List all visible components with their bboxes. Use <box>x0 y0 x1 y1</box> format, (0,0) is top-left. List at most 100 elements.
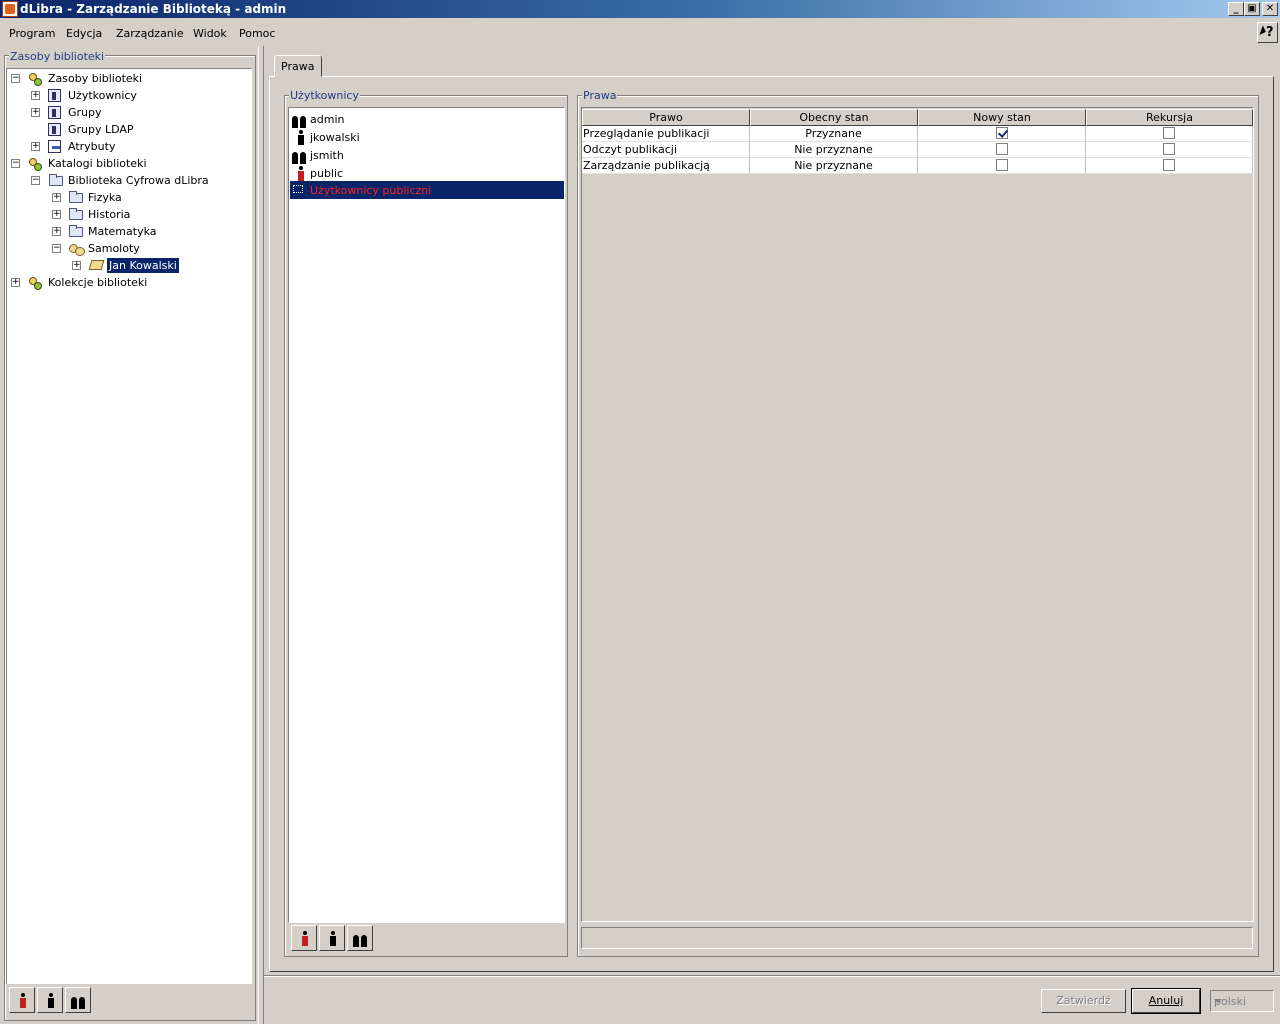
close-button[interactable]: ✕ <box>1262 2 1278 16</box>
ldap-groups-icon <box>48 123 61 136</box>
users-toolbar <box>291 925 381 953</box>
new-state-checkbox[interactable] <box>996 159 1008 171</box>
rights-table[interactable]: Prawo Obecny stan Nowy stan Rekursja Prz… <box>581 107 1254 922</box>
expand-icon[interactable]: + <box>11 278 20 287</box>
tree-item-resources[interactable]: − Zasoby biblioteki <box>7 71 251 87</box>
cell-new-state <box>918 142 1086 158</box>
tree-item-attributes[interactable]: + Atrybuty <box>7 139 251 155</box>
tree-label: Atrybuty <box>68 140 116 153</box>
tree-item-physics[interactable]: + Fizyka <box>7 190 251 206</box>
collection-icon <box>68 242 85 256</box>
expand-icon[interactable]: + <box>52 227 61 236</box>
cell-recursion <box>1086 126 1253 142</box>
admin-user-icon <box>71 991 87 1009</box>
list-item-label: admin <box>310 113 345 126</box>
tree-label: Biblioteka Cyfrowa dLibra <box>68 174 209 187</box>
confirm-button[interactable]: Zatwierdź <box>1041 989 1126 1013</box>
tree-label: Katalogi biblioteki <box>48 157 147 170</box>
add-user-button[interactable] <box>319 925 345 951</box>
column-header-current-state[interactable]: Obecny stan <box>750 109 918 126</box>
list-item-label: jsmith <box>310 149 344 162</box>
cancel-button[interactable]: Anuluj <box>1131 988 1201 1014</box>
language-select[interactable]: polski <box>1210 990 1274 1012</box>
tree-item-jan-kowalski[interactable]: + Jan Kowalski <box>7 258 251 274</box>
minimize-button[interactable]: _ <box>1228 2 1244 16</box>
list-item-public-users[interactable]: Użytkownicy publiczni <box>290 181 564 199</box>
column-header-right[interactable]: Prawo <box>582 109 750 126</box>
collapse-icon[interactable]: − <box>11 74 20 83</box>
add-admin-button[interactable] <box>347 925 373 951</box>
expand-icon[interactable]: + <box>31 91 40 100</box>
menu-manage[interactable]: Zarządzanie <box>116 27 184 40</box>
tree-label: Zasoby biblioteki <box>48 72 143 85</box>
menu-bar: Program Edycja Zarządzanie Widok Pomoc <box>0 22 1280 44</box>
publication-icon <box>88 260 105 270</box>
cell-recursion <box>1086 158 1253 174</box>
list-item-label: jkowalski <box>310 131 360 144</box>
list-item-jkowalski[interactable]: jkowalski <box>290 128 564 146</box>
tree-item-mathematics[interactable]: + Matematyka <box>7 224 251 240</box>
attributes-icon <box>48 140 61 153</box>
expand-icon[interactable]: + <box>52 210 61 219</box>
splitter[interactable] <box>258 46 264 1024</box>
catalogs-icon <box>27 157 43 171</box>
new-state-checkbox[interactable] <box>996 143 1008 155</box>
context-help-button[interactable]: ? <box>1257 22 1278 43</box>
collapse-icon[interactable]: − <box>11 159 20 168</box>
add-public-user-button[interactable] <box>291 925 317 951</box>
menu-view[interactable]: Widok <box>193 27 227 40</box>
menu-help[interactable]: Pomoc <box>239 27 275 40</box>
tree-item-groups[interactable]: + Grupy <box>7 105 251 121</box>
expand-icon[interactable]: + <box>72 261 81 270</box>
tree-item-aircraft[interactable]: − Samoloty <box>7 241 251 257</box>
tree-label: Grupy LDAP <box>68 123 134 136</box>
tree-item-ldap-groups[interactable]: Grupy LDAP <box>7 122 251 138</box>
tree-item-users[interactable]: + Użytkownicy <box>7 88 251 104</box>
tree-label: Kolekcje biblioteki <box>48 276 148 289</box>
users-list[interactable]: admin jkowalski jsmith public Użytkownic… <box>288 107 565 923</box>
users-panel-title: Użytkownicy <box>289 89 360 102</box>
menu-edit[interactable]: Edycja <box>66 27 102 40</box>
maximize-button[interactable]: ▣ <box>1244 2 1260 16</box>
resources-icon <box>27 72 43 86</box>
folder-icon <box>69 208 83 220</box>
tree-item-history[interactable]: + Historia <box>7 207 251 223</box>
cell-right: Zarządzanie publikacją <box>582 158 750 174</box>
public-user-icon <box>302 931 308 946</box>
expand-icon[interactable]: + <box>52 193 61 202</box>
column-header-recursion[interactable]: Rekursja <box>1086 109 1253 126</box>
recursion-checkbox[interactable] <box>1163 127 1175 139</box>
tree-label: Historia <box>88 208 131 221</box>
app-icon <box>2 1 18 17</box>
cell-current-state: Przyznane <box>750 126 918 142</box>
list-item-public[interactable]: public <box>290 164 564 182</box>
add-admin-button[interactable] <box>65 987 91 1013</box>
tree-item-digital-library[interactable]: − Biblioteka Cyfrowa dLibra <box>7 173 251 189</box>
tab-rights[interactable]: Prawa <box>274 55 322 77</box>
tree-label: Grupy <box>68 106 102 119</box>
tree-label: Matematyka <box>88 225 157 238</box>
add-user-button[interactable] <box>37 987 63 1013</box>
rights-panel-title: Prawa <box>582 89 618 102</box>
folder-icon <box>49 174 63 186</box>
tree-item-catalogs[interactable]: − Katalogi biblioteki <box>7 156 251 172</box>
list-item-jsmith[interactable]: jsmith <box>290 146 564 164</box>
collapse-icon[interactable]: − <box>52 244 61 253</box>
new-state-checkbox[interactable] <box>996 127 1008 139</box>
add-public-user-button[interactable] <box>9 987 35 1013</box>
admin-user-icon <box>292 146 306 164</box>
menu-program[interactable]: Program <box>9 27 55 40</box>
window-title: dLibra - Zarządzanie Biblioteką - admin <box>20 2 287 16</box>
recursion-checkbox[interactable] <box>1163 143 1175 155</box>
column-header-new-state[interactable]: Nowy stan <box>918 109 1086 126</box>
expand-icon[interactable]: + <box>31 108 40 117</box>
recursion-checkbox[interactable] <box>1163 159 1175 171</box>
collapse-icon[interactable]: − <box>31 176 40 185</box>
resources-tree[interactable]: − Zasoby biblioteki + Użytkownicy + Grup… <box>6 68 252 984</box>
cell-new-state <box>918 158 1086 174</box>
expand-icon[interactable]: + <box>31 142 40 151</box>
list-item-admin[interactable]: admin <box>290 110 564 128</box>
cell-current-state: Nie przyznane <box>750 142 918 158</box>
bottom-separator-highlight <box>264 976 1280 977</box>
tree-item-collections[interactable]: + Kolekcje biblioteki <box>7 275 251 291</box>
